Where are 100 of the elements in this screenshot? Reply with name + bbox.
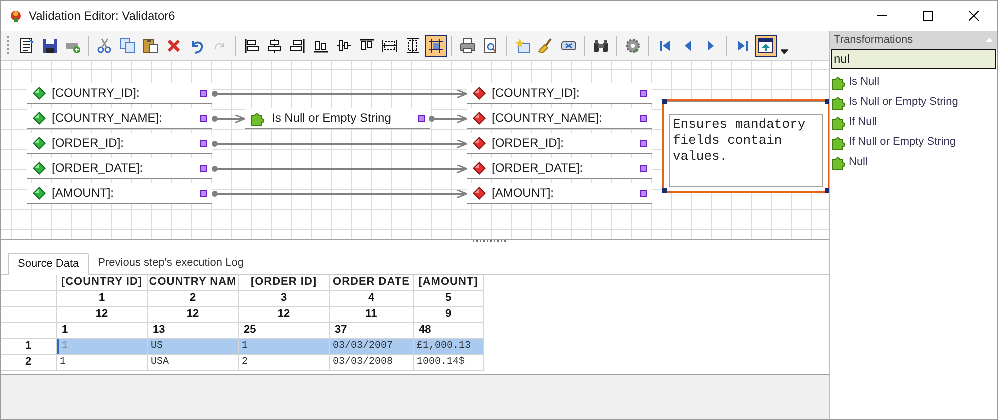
header-cell: 4 [330, 291, 414, 307]
field-node[interactable]: [ORDER_DATE]: [27, 158, 212, 179]
search-field[interactable]: nul [831, 49, 996, 69]
close-icon [969, 11, 979, 21]
puzzle-icon [251, 110, 266, 126]
resize-handle[interactable] [825, 188, 829, 193]
column-header: [AMOUNT] [414, 275, 484, 291]
binoculars-icon [592, 38, 608, 54]
field-label: [AMOUNT]: [52, 185, 114, 202]
field-label: [COUNTRY_ID]: [492, 85, 580, 102]
diamond-icon [473, 86, 486, 100]
note-box[interactable]: Ensures mandatory fields contain values. [664, 101, 828, 191]
resize-handle[interactable] [825, 99, 829, 104]
field-node[interactable]: [AMOUNT]: [467, 183, 652, 204]
field-node[interactable]: [COUNTRY_NAME]: [27, 108, 212, 129]
resize-handle[interactable] [662, 99, 667, 104]
properties-icon [18, 38, 34, 54]
transformation-item[interactable]: Is Null [832, 72, 997, 92]
splitter-handle[interactable] [473, 240, 507, 243]
panel-button[interactable] [754, 34, 776, 56]
overflow-caret-icon[interactable] [781, 48, 788, 54]
header-cell: 3 [239, 291, 330, 307]
puzzle-icon [832, 94, 847, 110]
transformation-item[interactable]: Is Null or Empty String [832, 92, 997, 112]
field-node[interactable]: [COUNTRY_NAME]: [467, 108, 652, 129]
align-middle-icon [336, 38, 352, 54]
header-cell: 12 [148, 307, 239, 323]
field-node[interactable]: [COUNTRY_ID]: [467, 83, 652, 104]
field-label: [COUNTRY_NAME]: [52, 110, 162, 127]
window-title: Validation Editor: Validator6 [29, 8, 176, 25]
field-label: [COUNTRY_NAME]: [492, 110, 602, 127]
app-icon [9, 9, 23, 23]
note-text[interactable]: Ensures mandatory fields contain values. [669, 114, 823, 187]
panel-title: Transformations [834, 32, 914, 48]
port-icon[interactable] [200, 140, 207, 146]
table-cell: 2 [239, 355, 330, 371]
diamond-icon [33, 162, 46, 174]
diamond-icon [473, 112, 486, 124]
resize-handle[interactable] [662, 188, 667, 193]
column-header: [COUNTRY ID] [57, 275, 148, 291]
tab[interactable]: Previous step's execution Log [89, 252, 253, 274]
field-node[interactable]: [ORDER_ID]: [27, 133, 212, 154]
panel-icon [758, 38, 774, 54]
broom-icon [538, 38, 554, 54]
diamond-icon [33, 186, 46, 200]
transformation-item[interactable]: If Null or Empty String [832, 132, 997, 152]
cut-icon [96, 38, 112, 54]
port-icon[interactable] [200, 164, 207, 172]
field-node[interactable]: [COUNTRY_ID]: [27, 83, 212, 104]
same-size-button[interactable] [424, 34, 446, 56]
align-center-icon [266, 38, 282, 54]
same-size-icon [428, 38, 444, 54]
column-header: ORDER DATE [330, 275, 414, 291]
align-right-icon [290, 38, 306, 54]
field-label: [COUNTRY_ID]: [52, 85, 140, 102]
port-icon[interactable] [640, 164, 647, 172]
puzzle-icon [832, 114, 847, 130]
field-node[interactable]: [AMOUNT]: [27, 183, 212, 204]
table-cell: 1000.14$ [414, 355, 484, 371]
table-cell: USA [148, 355, 239, 371]
port-icon[interactable] [200, 190, 207, 196]
same-width-icon [382, 38, 398, 54]
table-cell: 1 [57, 339, 148, 355]
field-label: [ORDER_DATE]: [52, 160, 144, 177]
header-cell: 5 [414, 291, 484, 307]
save-icon [42, 38, 58, 54]
tab[interactable]: Source Data [8, 253, 90, 275]
table-cell: £1,000.13 [414, 339, 484, 355]
field-node[interactable]: [ORDER_DATE]: [467, 158, 652, 179]
field-label: [ORDER_ID]: [52, 135, 124, 152]
port-icon[interactable] [640, 190, 647, 196]
field-label: Is Null or Empty String [272, 110, 392, 127]
port-icon[interactable] [640, 140, 647, 146]
transformation-item[interactable]: If Null [832, 112, 997, 132]
port-icon[interactable] [418, 114, 425, 122]
diamond-icon [33, 86, 46, 100]
field-node[interactable]: Is Null or Empty String [245, 108, 430, 129]
table-cell: 1 [57, 355, 148, 371]
delete-icon [166, 38, 182, 54]
toolbar-grip[interactable] [7, 36, 10, 56]
diamond-icon [473, 162, 486, 174]
port-icon[interactable] [200, 114, 207, 122]
header-cell: 12 [239, 307, 330, 323]
table-cell: 1 [239, 339, 330, 355]
diamond-icon [33, 112, 46, 124]
port-icon[interactable] [200, 90, 207, 96]
field-label: [ORDER_DATE]: [492, 160, 584, 177]
header-cell: 12 [57, 307, 148, 323]
port-icon[interactable] [640, 90, 647, 96]
new-item-icon [514, 38, 530, 54]
print-icon [460, 38, 476, 54]
print-preview-icon [482, 38, 498, 54]
field-node[interactable]: [ORDER_ID]: [467, 133, 652, 154]
header-cell: 11 [330, 307, 414, 323]
puzzle-icon [832, 74, 847, 90]
align-top-icon [358, 38, 374, 54]
gear-icon [624, 38, 640, 54]
maximize-icon [923, 11, 933, 21]
port-icon[interactable] [640, 114, 647, 122]
transformation-item[interactable]: Null [832, 152, 997, 172]
